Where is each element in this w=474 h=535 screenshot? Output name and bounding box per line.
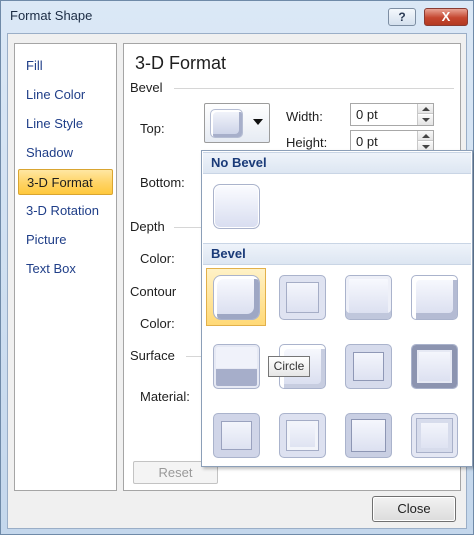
divot-preview [213,413,260,458]
arrow-down-icon [422,118,430,122]
width-spinner[interactable]: 0 pt [350,103,434,126]
category-list: Fill Line Color Line Style Shadow 3-D Fo… [14,43,117,491]
bevel-gallery-popup: No Bevel Bevel [201,150,473,467]
gallery-tile-hard-edge[interactable] [338,406,398,464]
nav-item-line-style[interactable]: Line Style [18,111,113,137]
riblet-preview [279,413,326,458]
no-bevel-header: No Bevel [203,152,471,174]
gallery-tile-cross[interactable] [338,268,398,326]
top-label: Top: [140,121,165,136]
bevel-preview-icon [210,109,243,138]
slope-preview [411,344,458,389]
contour-color-label: Color: [140,316,175,331]
title-bar[interactable]: Format Shape ? X [1,1,473,31]
nav-item-line-color[interactable]: Line Color [18,82,113,108]
bevel-section-label: Bevel [130,80,163,95]
nav-item-text-box[interactable]: Text Box [18,256,113,282]
help-button[interactable]: ? [388,8,416,26]
angle-preview [213,344,260,389]
gallery-tile-art-deco[interactable] [404,406,464,464]
nav-item-fill[interactable]: Fill [18,53,113,79]
nav-item-picture[interactable]: Picture [18,227,113,253]
depth-divider [174,227,204,228]
depth-color-label: Color: [140,251,175,266]
panel-heading: 3-D Format [135,53,227,73]
arrow-down-icon [422,145,430,149]
width-spin-buttons [417,104,433,125]
width-label: Width: [286,109,323,124]
no-bevel-preview [213,184,260,229]
nav-item-shadow[interactable]: Shadow [18,140,113,166]
convex-preview [345,344,392,389]
height-spin-buttons [417,131,433,152]
height-value: 0 pt [356,134,378,149]
gallery-tile-convex[interactable] [338,337,398,395]
nav-item-3d-format[interactable]: 3-D Format [18,169,113,195]
width-increment-button[interactable] [418,104,433,114]
close-button[interactable]: Close [372,496,456,522]
depth-section-label: Depth [130,219,165,234]
bevel-header: Bevel [203,243,471,265]
bevel-divider [174,88,454,89]
relaxed-inset-preview [279,275,326,320]
contour-section-label: Contour [130,284,177,299]
arrow-up-icon [422,134,430,138]
height-label: Height: [286,135,328,150]
gallery-tile-cool-slant[interactable] [404,268,464,326]
surface-section-label: Surface [130,348,175,363]
gallery-tile-circle[interactable] [206,268,266,326]
width-value: 0 pt [356,107,378,122]
bevel-tooltip: Circle [268,356,310,377]
gallery-tile-divot[interactable] [206,406,266,464]
cross-preview [345,275,392,320]
gallery-tile-slope[interactable] [404,337,464,395]
dialog-title: Format Shape [10,8,93,23]
height-increment-button[interactable] [418,131,433,141]
gallery-tile-no-bevel[interactable] [206,177,266,235]
gallery-tile-riblet[interactable] [272,406,332,464]
nav-item-3d-rotation[interactable]: 3-D Rotation [18,198,113,224]
width-decrement-button[interactable] [418,115,433,125]
chevron-down-icon [253,119,263,125]
arrow-up-icon [422,107,430,111]
top-bevel-dropdown[interactable] [204,103,270,143]
window-close-button[interactable]: X [424,8,468,26]
gallery-tile-angle[interactable] [206,337,266,395]
bottom-label: Bottom: [140,175,185,190]
cool-slant-preview [411,275,458,320]
circle-bevel-preview [213,275,260,320]
hard-edge-preview [345,413,392,458]
material-label: Material: [140,389,190,404]
gallery-tile-relaxed-inset[interactable] [272,268,332,326]
art-deco-preview [411,413,458,458]
